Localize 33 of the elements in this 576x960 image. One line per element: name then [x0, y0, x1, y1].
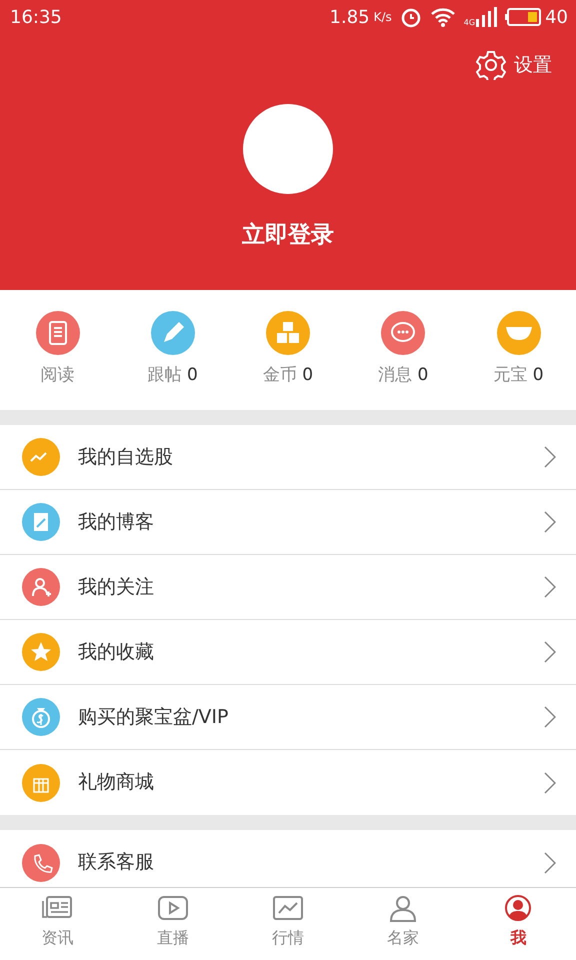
settings-button[interactable]: 设置 — [476, 50, 552, 80]
menu-label: 我的收藏 — [78, 640, 155, 665]
stat-item[interactable]: 金币 0 — [230, 311, 346, 389]
menu-label: 礼物商城 — [78, 770, 155, 796]
menu-label: 我的博客 — [78, 510, 155, 535]
network-speed: 1.85 — [330, 6, 370, 30]
network-type: 4G — [464, 19, 476, 27]
tab[interactable]: 我 — [460, 888, 576, 960]
play-icon — [156, 894, 190, 922]
wifi-icon — [430, 7, 456, 27]
chevron-right-icon — [544, 511, 556, 533]
chevron-right-icon — [544, 576, 556, 598]
menu-label: 购买的聚宝盆/VIP — [78, 704, 230, 730]
chevron-right-icon — [544, 852, 556, 874]
chevron-right-icon — [544, 446, 556, 468]
chevron-right-icon — [544, 706, 556, 728]
battery-icon — [505, 8, 542, 26]
chevron-right-icon — [544, 641, 556, 663]
battery-percent: 40 — [545, 6, 568, 30]
menu-label: 我的关注 — [78, 574, 155, 600]
line-chart-icon — [271, 894, 305, 922]
menu-label: 联系客服 — [78, 850, 155, 876]
login-link[interactable]: 立即登录 — [242, 218, 334, 252]
signal-icon — [475, 7, 498, 27]
menu-label: 我的自选股 — [78, 444, 174, 470]
speed-unit: K/s — [374, 8, 392, 26]
alarm-icon — [400, 6, 422, 28]
settings-icon — [476, 50, 506, 80]
clock-time: 16:35 — [10, 6, 62, 30]
chevron-right-icon — [544, 772, 556, 794]
stat-item[interactable]: 跟帖 0 — [115, 311, 230, 389]
stat-item[interactable]: 消息 0 — [346, 311, 461, 389]
stat-item[interactable]: 元宝 0 — [461, 311, 576, 389]
